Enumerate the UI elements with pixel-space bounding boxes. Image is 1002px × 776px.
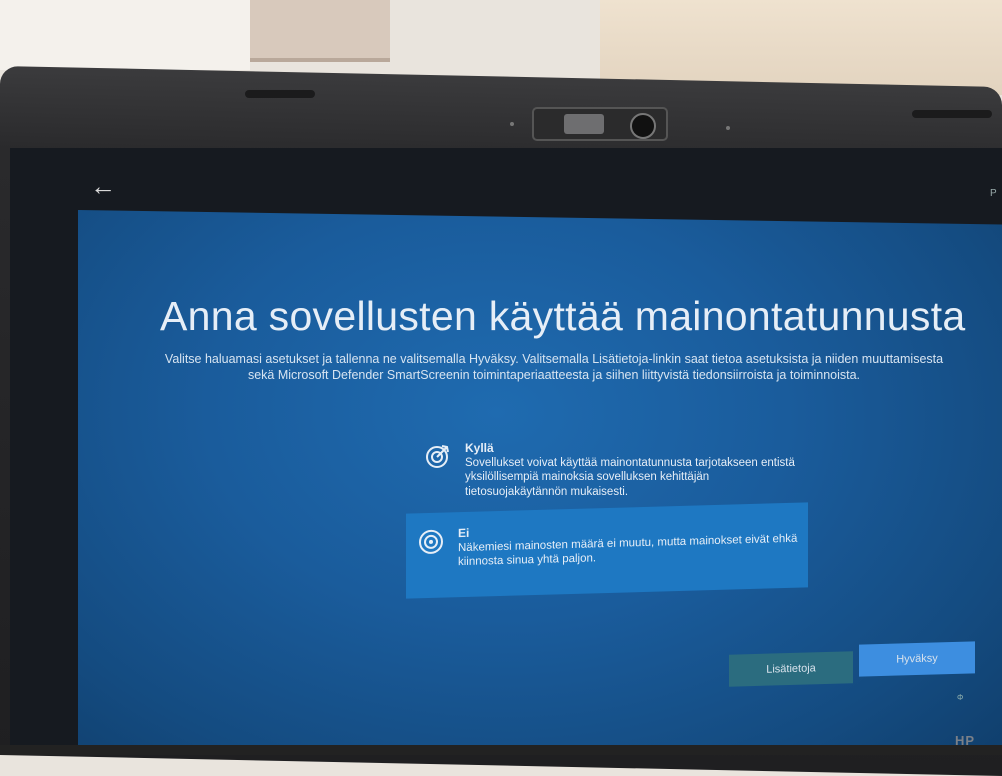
- background-desk: [0, 0, 250, 70]
- target-icon: [419, 529, 443, 554]
- camera-indicator: [510, 122, 514, 126]
- page-title: Anna sovellusten käyttää mainontatunnust…: [160, 293, 966, 339]
- accept-button[interactable]: Hyväksy: [859, 641, 975, 677]
- option-label: Kyllä: [465, 441, 494, 455]
- more-info-button[interactable]: Lisätietoja: [729, 651, 853, 687]
- description-line: sekä Microsoft Defender SmartScreenin to…: [247, 368, 861, 382]
- shutter-slider: [564, 114, 604, 134]
- brand-logo: HP: [955, 733, 976, 748]
- speaker-grille-left: [245, 90, 315, 98]
- page-description: Valitse haluamasi asetukset ja tallenna …: [104, 351, 1002, 383]
- corner-text: P: [990, 188, 997, 199]
- back-arrow-icon[interactable]: ←: [90, 173, 124, 199]
- description-line: Valitse haluamasi asetukset ja tallenna …: [164, 352, 944, 366]
- option-no[interactable]: Ei Näkemiesi mainosten määrä ei muutu, m…: [406, 502, 808, 599]
- option-description: Sovellukset voivat käyttää mainontatunnu…: [465, 456, 795, 498]
- webcam-privacy-shutter: [532, 107, 668, 141]
- volume-indicator: Φ: [957, 693, 964, 702]
- laptop-screen: ← P Anna sovellusten käyttää mainontatun…: [10, 148, 1002, 748]
- background-box: [250, 0, 390, 62]
- option-text: Ei Näkemiesi mainosten määrä ei muutu, m…: [458, 517, 798, 597]
- target-arrow-icon: [426, 445, 449, 468]
- microphone-hole: [726, 126, 730, 130]
- option-text: Kyllä Sovellukset voivat käyttää mainont…: [465, 441, 800, 498]
- bezel-bottom: [0, 745, 1002, 755]
- option-yes[interactable]: Kyllä Sovellukset voivat käyttää mainont…: [425, 441, 800, 498]
- speaker-grille-right: [912, 110, 992, 118]
- webcam-lens: [630, 113, 656, 139]
